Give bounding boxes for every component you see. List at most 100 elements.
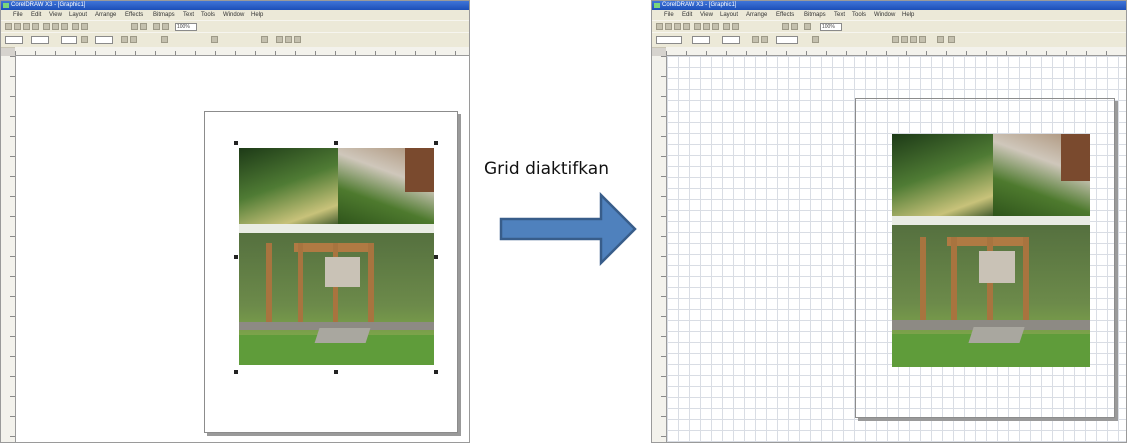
mirror-v-icon[interactable]	[130, 36, 137, 43]
menu-bitmaps[interactable]: Bitmaps	[804, 11, 826, 19]
menu-tools[interactable]: Tools	[201, 11, 215, 19]
vertical-ruler[interactable]	[652, 56, 667, 442]
menu-edit[interactable]: Edit	[682, 11, 692, 19]
garden-photo[interactable]	[892, 134, 1090, 367]
page-height-field[interactable]	[722, 36, 740, 44]
redo-icon[interactable]	[81, 23, 88, 30]
selection-handle-icon[interactable]	[334, 370, 338, 374]
title-bar: CorelDRAW X3 - [Graphic1]	[1, 1, 469, 10]
menu-window[interactable]: Window	[223, 11, 244, 19]
snap-objects-icon[interactable]	[910, 36, 917, 43]
new-icon[interactable]	[656, 23, 663, 30]
drawing-canvas[interactable]	[16, 56, 469, 442]
snap-guidelines-icon[interactable]	[901, 36, 908, 43]
menu-layout[interactable]: Layout	[720, 11, 738, 19]
import-icon[interactable]	[131, 23, 138, 30]
selection-handle-icon[interactable]	[434, 141, 438, 145]
vertical-ruler[interactable]	[1, 56, 16, 442]
app-launcher-icon[interactable]	[153, 23, 160, 30]
mirror-h-icon[interactable]	[121, 36, 128, 43]
menu-tools[interactable]: Tools	[852, 11, 866, 19]
width-field[interactable]	[31, 36, 49, 44]
menu-help[interactable]: Help	[251, 11, 263, 19]
redo-icon[interactable]	[732, 23, 739, 30]
undo-icon[interactable]	[723, 23, 730, 30]
grid-enabled-label: Grid diaktifkan	[484, 159, 609, 179]
zoom-level-field[interactable]: 100%	[175, 23, 197, 31]
convert-icon[interactable]	[294, 36, 301, 43]
cut-icon[interactable]	[694, 23, 701, 30]
menu-file[interactable]: File	[13, 11, 23, 19]
to-front-icon[interactable]	[276, 36, 283, 43]
selection-handle-icon[interactable]	[334, 141, 338, 145]
print-icon[interactable]	[32, 23, 39, 30]
zoom-level-field[interactable]: 100%	[820, 23, 842, 31]
treat-as-filled-icon[interactable]	[948, 36, 955, 43]
menu-view[interactable]: View	[49, 11, 62, 19]
new-icon[interactable]	[5, 23, 12, 30]
undo-icon[interactable]	[72, 23, 79, 30]
trace-bitmap-icon[interactable]	[211, 36, 218, 43]
paper-type-field[interactable]	[656, 36, 682, 44]
selection-handle-icon[interactable]	[434, 370, 438, 374]
snap-grid-icon[interactable]	[892, 36, 899, 43]
menu-edit[interactable]: Edit	[31, 11, 41, 19]
property-bar	[1, 32, 469, 48]
import-icon[interactable]	[782, 23, 789, 30]
menu-arrange[interactable]: Arrange	[746, 11, 767, 19]
menu-text[interactable]: Text	[183, 11, 194, 19]
to-back-icon[interactable]	[285, 36, 292, 43]
menu-effects[interactable]: Effects	[776, 11, 794, 19]
horizontal-ruler[interactable]	[666, 47, 1126, 56]
print-icon[interactable]	[683, 23, 690, 30]
garden-photo[interactable]	[239, 148, 434, 365]
selection-handle-icon[interactable]	[234, 141, 238, 145]
rotation-field[interactable]	[95, 36, 113, 44]
nudge-icon[interactable]	[812, 36, 819, 43]
save-icon[interactable]	[23, 23, 30, 30]
export-icon[interactable]	[140, 23, 147, 30]
menu-window[interactable]: Window	[874, 11, 895, 19]
menu-file[interactable]: File	[664, 11, 674, 19]
lock-ratio-icon[interactable]	[81, 36, 88, 43]
scale-field[interactable]	[61, 36, 77, 44]
edit-bitmap-icon[interactable]	[161, 36, 168, 43]
menu-bitmaps[interactable]: Bitmaps	[153, 11, 175, 19]
paste-icon[interactable]	[712, 23, 719, 30]
open-icon[interactable]	[14, 23, 21, 30]
open-icon[interactable]	[665, 23, 672, 30]
right-arrow-icon	[499, 192, 637, 267]
title-bar: CorelDRAW X3 - [Graphic1]	[652, 1, 1126, 10]
landscape-icon[interactable]	[761, 36, 768, 43]
page-width-field[interactable]	[692, 36, 710, 44]
portrait-icon[interactable]	[752, 36, 759, 43]
copy-icon[interactable]	[52, 23, 59, 30]
options-icon[interactable]	[937, 36, 944, 43]
menu-text[interactable]: Text	[834, 11, 845, 19]
selection-handle-icon[interactable]	[434, 255, 438, 259]
selection-handle-icon[interactable]	[234, 370, 238, 374]
x-position-field[interactable]	[5, 36, 23, 44]
menu-arrange[interactable]: Arrange	[95, 11, 116, 19]
wrap-text-icon[interactable]	[261, 36, 268, 43]
screenshot-grid-off: CorelDRAW X3 - [Graphic1] File Edit View…	[0, 0, 470, 443]
menu-help[interactable]: Help	[902, 11, 914, 19]
welcome-icon[interactable]	[162, 23, 169, 30]
selection-handle-icon[interactable]	[234, 255, 238, 259]
window-title: CorelDRAW X3 - [Graphic1]	[11, 2, 86, 8]
copy-icon[interactable]	[703, 23, 710, 30]
export-icon[interactable]	[791, 23, 798, 30]
save-icon[interactable]	[674, 23, 681, 30]
horizontal-ruler[interactable]	[15, 47, 469, 56]
app-icon	[654, 3, 660, 8]
drawing-canvas-with-grid[interactable]	[667, 56, 1126, 442]
dynamic-guides-icon[interactable]	[919, 36, 926, 43]
paste-icon[interactable]	[61, 23, 68, 30]
menu-view[interactable]: View	[700, 11, 713, 19]
app-launcher-icon[interactable]	[804, 23, 811, 30]
app-icon	[3, 3, 9, 8]
menu-effects[interactable]: Effects	[125, 11, 143, 19]
units-field[interactable]	[776, 36, 798, 44]
cut-icon[interactable]	[43, 23, 50, 30]
menu-layout[interactable]: Layout	[69, 11, 87, 19]
